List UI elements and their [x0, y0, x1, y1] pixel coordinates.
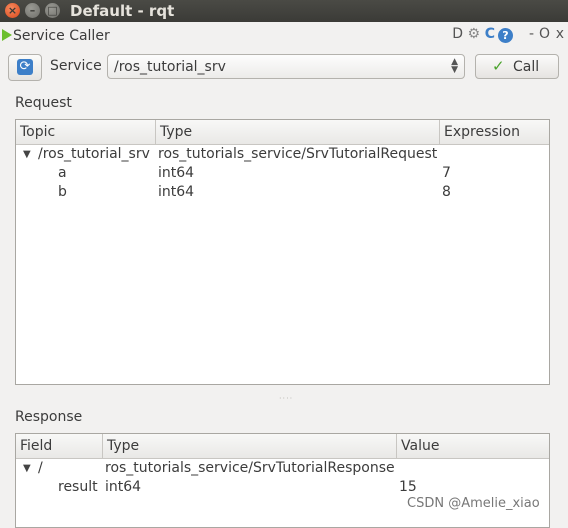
- reload-icon[interactable]: C: [485, 26, 495, 42]
- tree-row[interactable]: result int64 15: [16, 478, 549, 497]
- column-header-field[interactable]: Field: [16, 434, 103, 458]
- refresh-button[interactable]: ⟳: [8, 54, 42, 81]
- response-tree-header: Field Type Value: [16, 434, 549, 459]
- service-select[interactable]: /ros_tutorial_srv ▲ ▼: [107, 54, 465, 79]
- row-expression[interactable]: 7: [442, 164, 451, 183]
- plugin-header: Service Caller D ⚙ C ? - O x: [0, 26, 568, 48]
- play-icon: [2, 29, 12, 41]
- row-type: int64: [105, 479, 142, 495]
- response-label: Response: [15, 409, 83, 425]
- row-topic: b: [58, 184, 67, 200]
- float-icon[interactable]: O: [539, 26, 550, 42]
- window-maximize-button[interactable]: □: [45, 3, 60, 18]
- row-type: ros_tutorials_service/SrvTutorialRespons…: [105, 460, 395, 476]
- window-title: Default - rqt: [70, 2, 175, 20]
- response-tree[interactable]: Field Type Value ▼ / ros_tutorials_servi…: [15, 433, 550, 528]
- window-close-button[interactable]: ×: [5, 3, 20, 18]
- combo-arrows-icon: ▲ ▼: [451, 57, 458, 75]
- expand-arrow-icon[interactable]: ▼: [23, 459, 31, 478]
- tree-row[interactable]: ▼ /ros_tutorial_srv ros_tutorials_servic…: [16, 145, 549, 164]
- dock-d-icon[interactable]: D: [452, 26, 463, 42]
- row-topic: a: [58, 165, 67, 181]
- row-type: int64: [158, 184, 195, 200]
- service-label: Service: [50, 58, 102, 74]
- splitter-handle[interactable]: ····: [279, 394, 293, 403]
- row-field: /: [38, 460, 43, 476]
- column-header-type[interactable]: Type: [103, 434, 397, 458]
- window-titlebar: × – □ Default - rqt: [0, 0, 568, 22]
- call-button-label: Call: [513, 59, 540, 75]
- gear-icon[interactable]: ⚙: [467, 26, 480, 42]
- minimize-icon[interactable]: -: [529, 26, 534, 42]
- row-type: int64: [158, 165, 195, 181]
- request-label: Request: [15, 95, 72, 111]
- plugin-title: Service Caller: [13, 28, 110, 44]
- row-topic: /ros_tutorial_srv: [38, 146, 150, 162]
- row-field: result: [58, 479, 98, 495]
- tree-row[interactable]: a int64 7: [16, 164, 549, 183]
- watermark: CSDN @Amelie_xiao: [407, 496, 540, 511]
- column-header-expression[interactable]: Expression: [440, 120, 549, 144]
- check-icon: ✓: [492, 57, 505, 75]
- request-tree-header: Topic Type Expression: [16, 120, 549, 145]
- row-expression[interactable]: 8: [442, 183, 451, 202]
- tree-row[interactable]: b int64 8: [16, 183, 549, 202]
- call-button[interactable]: ✓ Call: [475, 54, 559, 79]
- service-select-value: /ros_tutorial_srv: [114, 59, 226, 75]
- request-tree[interactable]: Topic Type Expression ▼ /ros_tutorial_sr…: [15, 119, 550, 385]
- close-icon[interactable]: x: [556, 26, 564, 42]
- help-icon[interactable]: ?: [498, 28, 513, 43]
- expand-arrow-icon[interactable]: ▼: [23, 145, 31, 164]
- column-header-value[interactable]: Value: [397, 434, 549, 458]
- tree-row[interactable]: ▼ / ros_tutorials_service/SrvTutorialRes…: [16, 459, 549, 478]
- refresh-icon: ⟳: [17, 59, 33, 75]
- column-header-topic[interactable]: Topic: [16, 120, 156, 144]
- window-minimize-button[interactable]: –: [25, 3, 40, 18]
- column-header-type[interactable]: Type: [156, 120, 440, 144]
- row-type: ros_tutorials_service/SrvTutorialRequest: [158, 146, 438, 162]
- row-value: 15: [399, 479, 417, 495]
- service-toolbar: ⟳ Service /ros_tutorial_srv ▲ ▼ ✓ Call: [0, 52, 568, 82]
